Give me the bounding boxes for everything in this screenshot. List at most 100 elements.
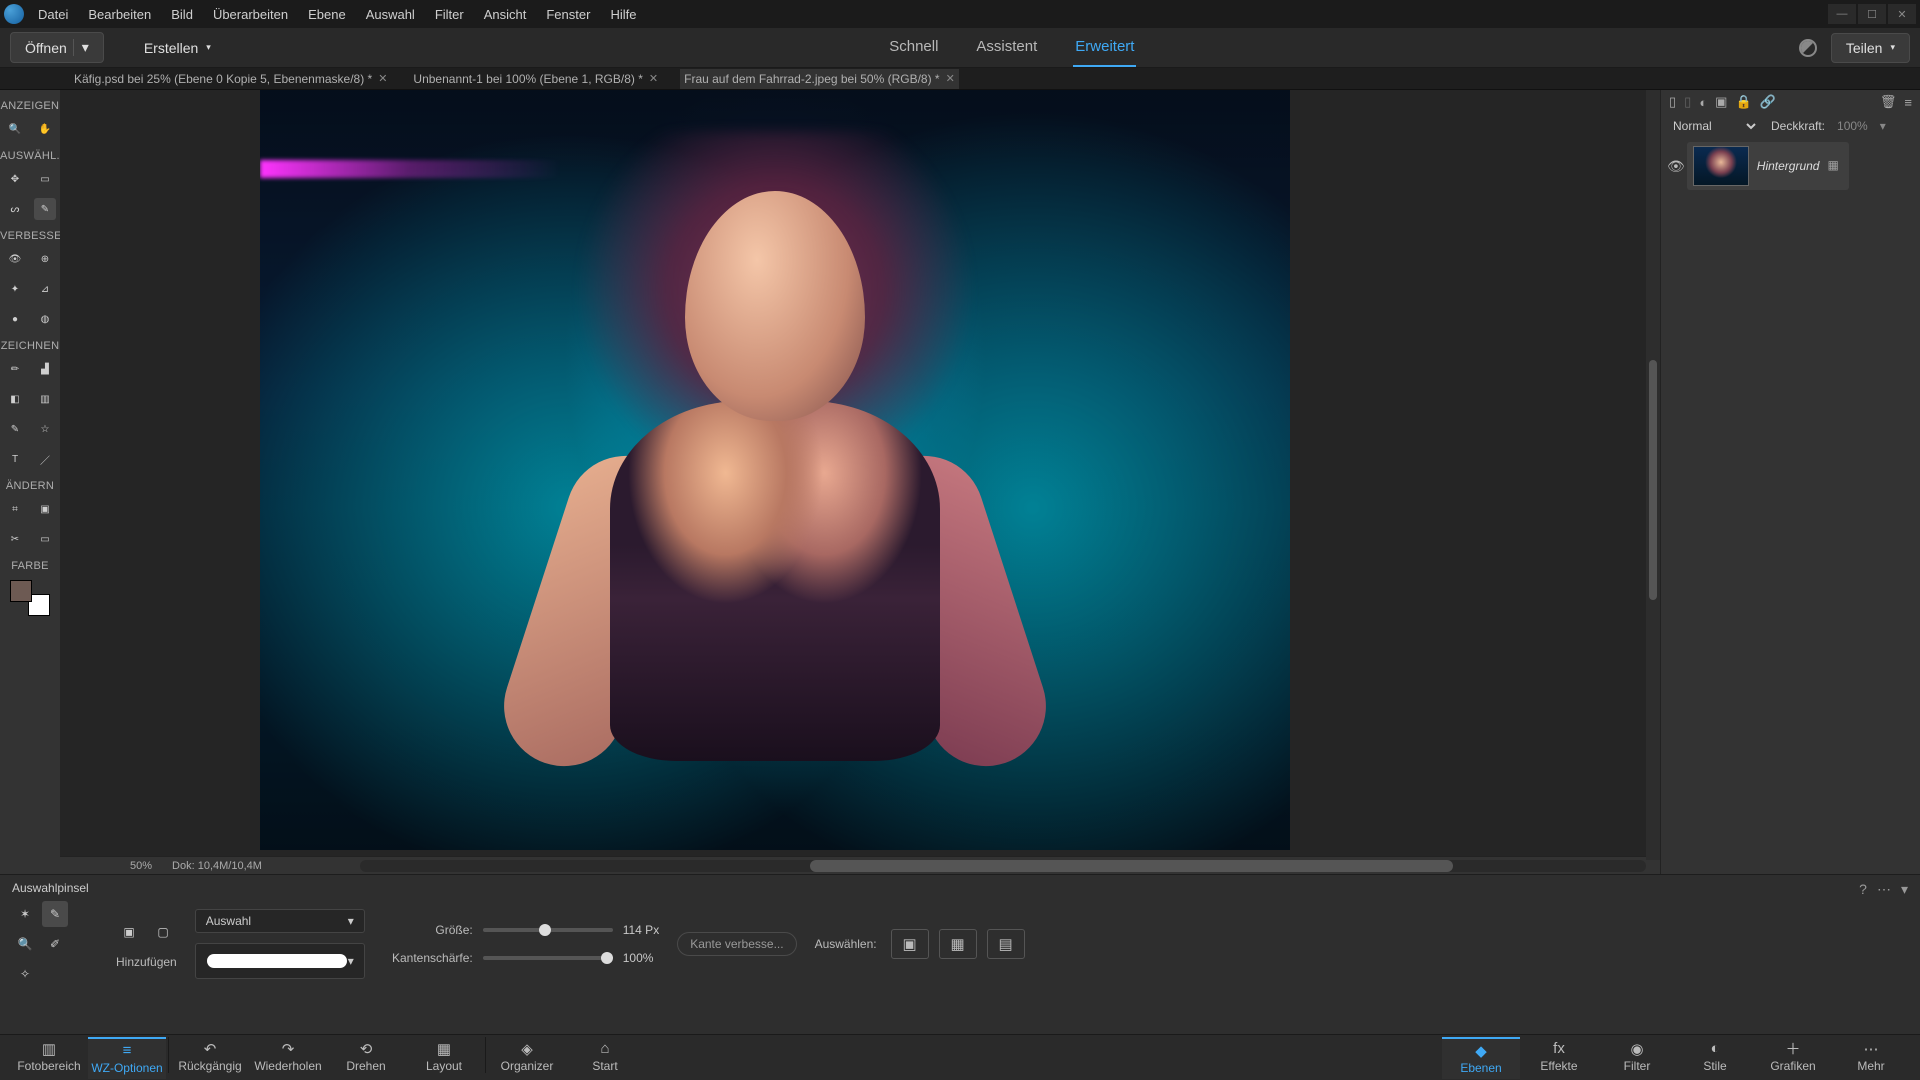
close-icon[interactable]: ✕ (946, 72, 955, 85)
menu-ansicht[interactable]: Ansicht (476, 3, 535, 26)
marquee-tool-icon[interactable]: ▭ (34, 168, 56, 190)
hardness-value[interactable]: 100% (623, 951, 654, 965)
bottom-mehr[interactable]: ⋯Mehr (1832, 1037, 1910, 1079)
window-minimize-icon[interactable]: — (1828, 4, 1856, 24)
selection-brush-e-icon[interactable]: ✧ (12, 961, 38, 987)
sponge-tool-icon[interactable]: ◍ (34, 308, 56, 330)
layer-name[interactable]: Hintergrund (1757, 159, 1820, 173)
eraser-tool-icon[interactable]: ◧ (4, 388, 26, 410)
menu-filter[interactable]: Filter (427, 3, 472, 26)
bottom-wzoptionen[interactable]: ≡WZ-Optionen (88, 1037, 166, 1079)
menu-bild[interactable]: Bild (163, 3, 201, 26)
adjustment-layer-icon[interactable]: ◐ (1699, 95, 1707, 110)
menu-ueberarbeiten[interactable]: Überarbeiten (205, 3, 296, 26)
selection-type-dropdown[interactable]: Auswahl▾ (195, 909, 365, 933)
new-layer-icon[interactable]: ▯ (1669, 94, 1676, 110)
bottom-start[interactable]: ⌂Start (566, 1037, 644, 1079)
menu-fenster[interactable]: Fenster (538, 3, 598, 26)
close-icon[interactable]: ✕ (649, 72, 658, 85)
mask-icon[interactable]: ▣ (1715, 94, 1727, 110)
spot-heal-tool-icon[interactable]: ⊕ (34, 248, 56, 270)
eyedropper-tool-icon[interactable]: ✎ (4, 418, 26, 440)
opacity-value[interactable]: 100% (1837, 119, 1868, 133)
mode-assistent[interactable]: Assistent (974, 28, 1039, 67)
menu-auswahl[interactable]: Auswahl (358, 3, 423, 26)
new-group-icon[interactable]: ▯ (1684, 94, 1691, 110)
blur-tool-icon[interactable]: ● (4, 308, 26, 330)
brush-tool-icon[interactable]: ✏ (4, 358, 26, 380)
bottom-stile[interactable]: ◐Stile (1676, 1037, 1754, 1079)
link-icon[interactable]: 🔗 (1760, 94, 1776, 110)
bottom-grafiken[interactable]: ＋Grafiken (1754, 1037, 1832, 1079)
content-move-tool-icon[interactable]: ✂ (4, 528, 26, 550)
theme-toggle-icon[interactable] (1795, 35, 1820, 60)
quick-select-tool-icon[interactable]: ✎ (34, 198, 56, 220)
refine-edge-button[interactable]: Kante verbesse... (677, 932, 796, 956)
brush-preset-dropdown[interactable]: ▾ (195, 943, 365, 979)
foreground-color[interactable] (10, 580, 32, 602)
document-tab[interactable]: Unbenannt-1 bei 100% (Ebene 1, RGB/8) *✕ (409, 69, 662, 89)
open-button[interactable]: Öffnen ▾ (10, 32, 104, 63)
redeye-tool-icon[interactable]: 👁 (4, 248, 26, 270)
bottom-ebenen[interactable]: ◆Ebenen (1442, 1037, 1520, 1079)
add-to-selection-icon[interactable]: ▣ (116, 919, 142, 945)
menu-bearbeiten[interactable]: Bearbeiten (80, 3, 159, 26)
selection-brush-c-icon[interactable]: 🔍 (12, 931, 38, 957)
select-subject-icon[interactable]: ▣ (891, 929, 929, 959)
select-sky-icon[interactable]: ▦ (939, 929, 977, 959)
share-button[interactable]: Teilen ▾ (1831, 33, 1910, 63)
window-close-icon[interactable]: ✕ (1888, 4, 1916, 24)
layer-thumbnail[interactable] (1693, 146, 1749, 186)
color-swatch[interactable] (10, 580, 50, 616)
select-background-icon[interactable]: ▤ (987, 929, 1025, 959)
clone-stamp-tool-icon[interactable]: ⊿ (34, 278, 56, 300)
lasso-tool-icon[interactable]: ᔕ (4, 198, 26, 220)
hardness-slider[interactable] (483, 956, 613, 960)
smart-brush-tool-icon[interactable]: ✦ (4, 278, 26, 300)
chevron-down-icon[interactable]: ▾ (1880, 119, 1886, 133)
gradient-tool-icon[interactable]: ▥ (34, 388, 56, 410)
lock-icon[interactable]: ▦ (1827, 158, 1843, 174)
zoom-tool-icon[interactable]: 🔍 (4, 118, 26, 140)
straighten-tool-icon[interactable]: ▭ (34, 528, 56, 550)
bottom-wiederholen[interactable]: ↷Wiederholen (249, 1037, 327, 1079)
size-slider[interactable] (483, 928, 613, 932)
layer-row[interactable]: Hintergrund ▦ (1687, 142, 1850, 190)
panel-menu-icon[interactable]: ⋯ (1877, 881, 1891, 898)
size-value[interactable]: 114 Px (623, 923, 659, 937)
crop-tool-icon[interactable]: ⌗ (4, 498, 26, 520)
bottom-layout[interactable]: ▦Layout (405, 1037, 483, 1079)
shape-tool-icon[interactable]: ☆ (34, 418, 56, 440)
collapse-icon[interactable]: ▾ (1901, 881, 1908, 898)
horizontal-scrollbar[interactable] (360, 860, 1646, 872)
panel-menu-icon[interactable]: ≡ (1904, 95, 1912, 110)
window-maximize-icon[interactable]: ☐ (1858, 4, 1886, 24)
mode-schnell[interactable]: Schnell (887, 28, 940, 67)
selection-brush-a-icon[interactable]: ✶ (12, 901, 38, 927)
bottom-rueckgaengig[interactable]: ↶Rückgängig (171, 1037, 249, 1079)
bottom-fotobereich[interactable]: ▥Fotobereich (10, 1037, 88, 1079)
hand-tool-icon[interactable]: ✋ (34, 118, 56, 140)
trash-icon[interactable]: 🗑 (1880, 94, 1897, 110)
paint-bucket-tool-icon[interactable]: ▟ (34, 358, 56, 380)
subtract-from-selection-icon[interactable]: ▢ (150, 919, 176, 945)
bottom-drehen[interactable]: ⟲Drehen (327, 1037, 405, 1079)
vertical-scrollbar[interactable] (1649, 360, 1657, 600)
menu-ebene[interactable]: Ebene (300, 3, 354, 26)
selection-brush-b-icon[interactable]: ✎ (42, 901, 68, 927)
bottom-effekte[interactable]: fxEffekte (1520, 1037, 1598, 1079)
bottom-organizer[interactable]: ◈Organizer (488, 1037, 566, 1079)
text-tool-icon[interactable]: T (4, 448, 26, 470)
document-tab[interactable]: Käfig.psd bei 25% (Ebene 0 Kopie 5, Eben… (70, 69, 391, 89)
selection-brush-d-icon[interactable]: ✐ (42, 931, 68, 957)
visibility-toggle-icon[interactable]: 👁 (1667, 158, 1685, 175)
document-canvas[interactable] (260, 90, 1290, 850)
bottom-filter[interactable]: ◉Filter (1598, 1037, 1676, 1079)
help-icon[interactable]: ? (1859, 881, 1867, 898)
document-tab[interactable]: Frau auf dem Fahrrad-2.jpeg bei 50% (RGB… (680, 69, 959, 89)
lock-icon[interactable]: 🔒 (1735, 94, 1751, 110)
mode-erweitert[interactable]: Erweitert (1073, 28, 1136, 67)
recompose-tool-icon[interactable]: ▣ (34, 498, 56, 520)
menu-hilfe[interactable]: Hilfe (602, 3, 644, 26)
create-button[interactable]: Erstellen ▾ (130, 34, 225, 62)
